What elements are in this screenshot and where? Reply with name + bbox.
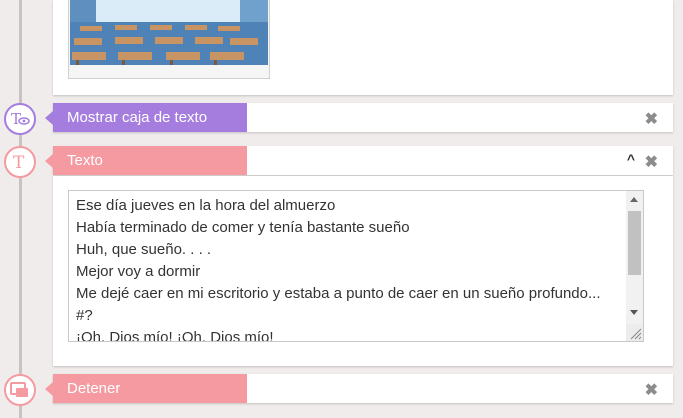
- image-thumbnail-frame[interactable]: [68, 0, 270, 79]
- dialogue-textarea[interactable]: Ese día jueves en la hora del almuerzo H…: [68, 190, 644, 342]
- stop-node[interactable]: Detener ✖: [45, 374, 673, 403]
- scroll-thumb[interactable]: [628, 211, 641, 275]
- image-node-card: [53, 0, 673, 95]
- resize-handle-icon[interactable]: [626, 324, 643, 341]
- timeline-line: [19, 0, 22, 418]
- textbox-eye-icon: T: [4, 103, 36, 135]
- text-line: ¡Oh, Dios mío! ¡Oh, Dios mío!: [76, 329, 274, 342]
- stop-window-icon: [4, 374, 36, 406]
- text-t-icon: T: [4, 146, 36, 178]
- text-line: Había terminado de comer y tenía bastant…: [76, 219, 410, 236]
- text-line: #?: [76, 307, 93, 324]
- text-node-label: Texto: [45, 146, 247, 175]
- stop-node-label: Detener: [45, 374, 247, 403]
- classroom-thumbnail: [70, 0, 268, 65]
- scroll-down-icon[interactable]: [630, 310, 638, 315]
- chevron-up-icon[interactable]: ^: [627, 151, 635, 167]
- close-icon[interactable]: ✖: [645, 380, 658, 400]
- close-icon[interactable]: ✖: [645, 109, 658, 129]
- text-line: Ese día jueves en la hora del almuerzo: [76, 197, 336, 214]
- scroll-up-icon[interactable]: [630, 197, 638, 202]
- vertical-scrollbar[interactable]: [626, 191, 643, 341]
- show-textbox-node[interactable]: Mostrar caja de texto ✖: [45, 103, 673, 132]
- text-node-header[interactable]: Texto ^ ✖: [45, 146, 673, 175]
- svg-text:T: T: [13, 153, 25, 173]
- text-line: Me dejé caer en mi escritorio y estaba a…: [76, 285, 601, 302]
- text-line: Mejor voy a dormir: [76, 263, 201, 280]
- text-node-body: Ese día jueves en la hora del almuerzo H…: [53, 176, 673, 366]
- show-textbox-label: Mostrar caja de texto: [45, 103, 247, 132]
- text-line: Huh, que sueño. . . .: [76, 241, 212, 258]
- close-icon[interactable]: ✖: [645, 152, 658, 172]
